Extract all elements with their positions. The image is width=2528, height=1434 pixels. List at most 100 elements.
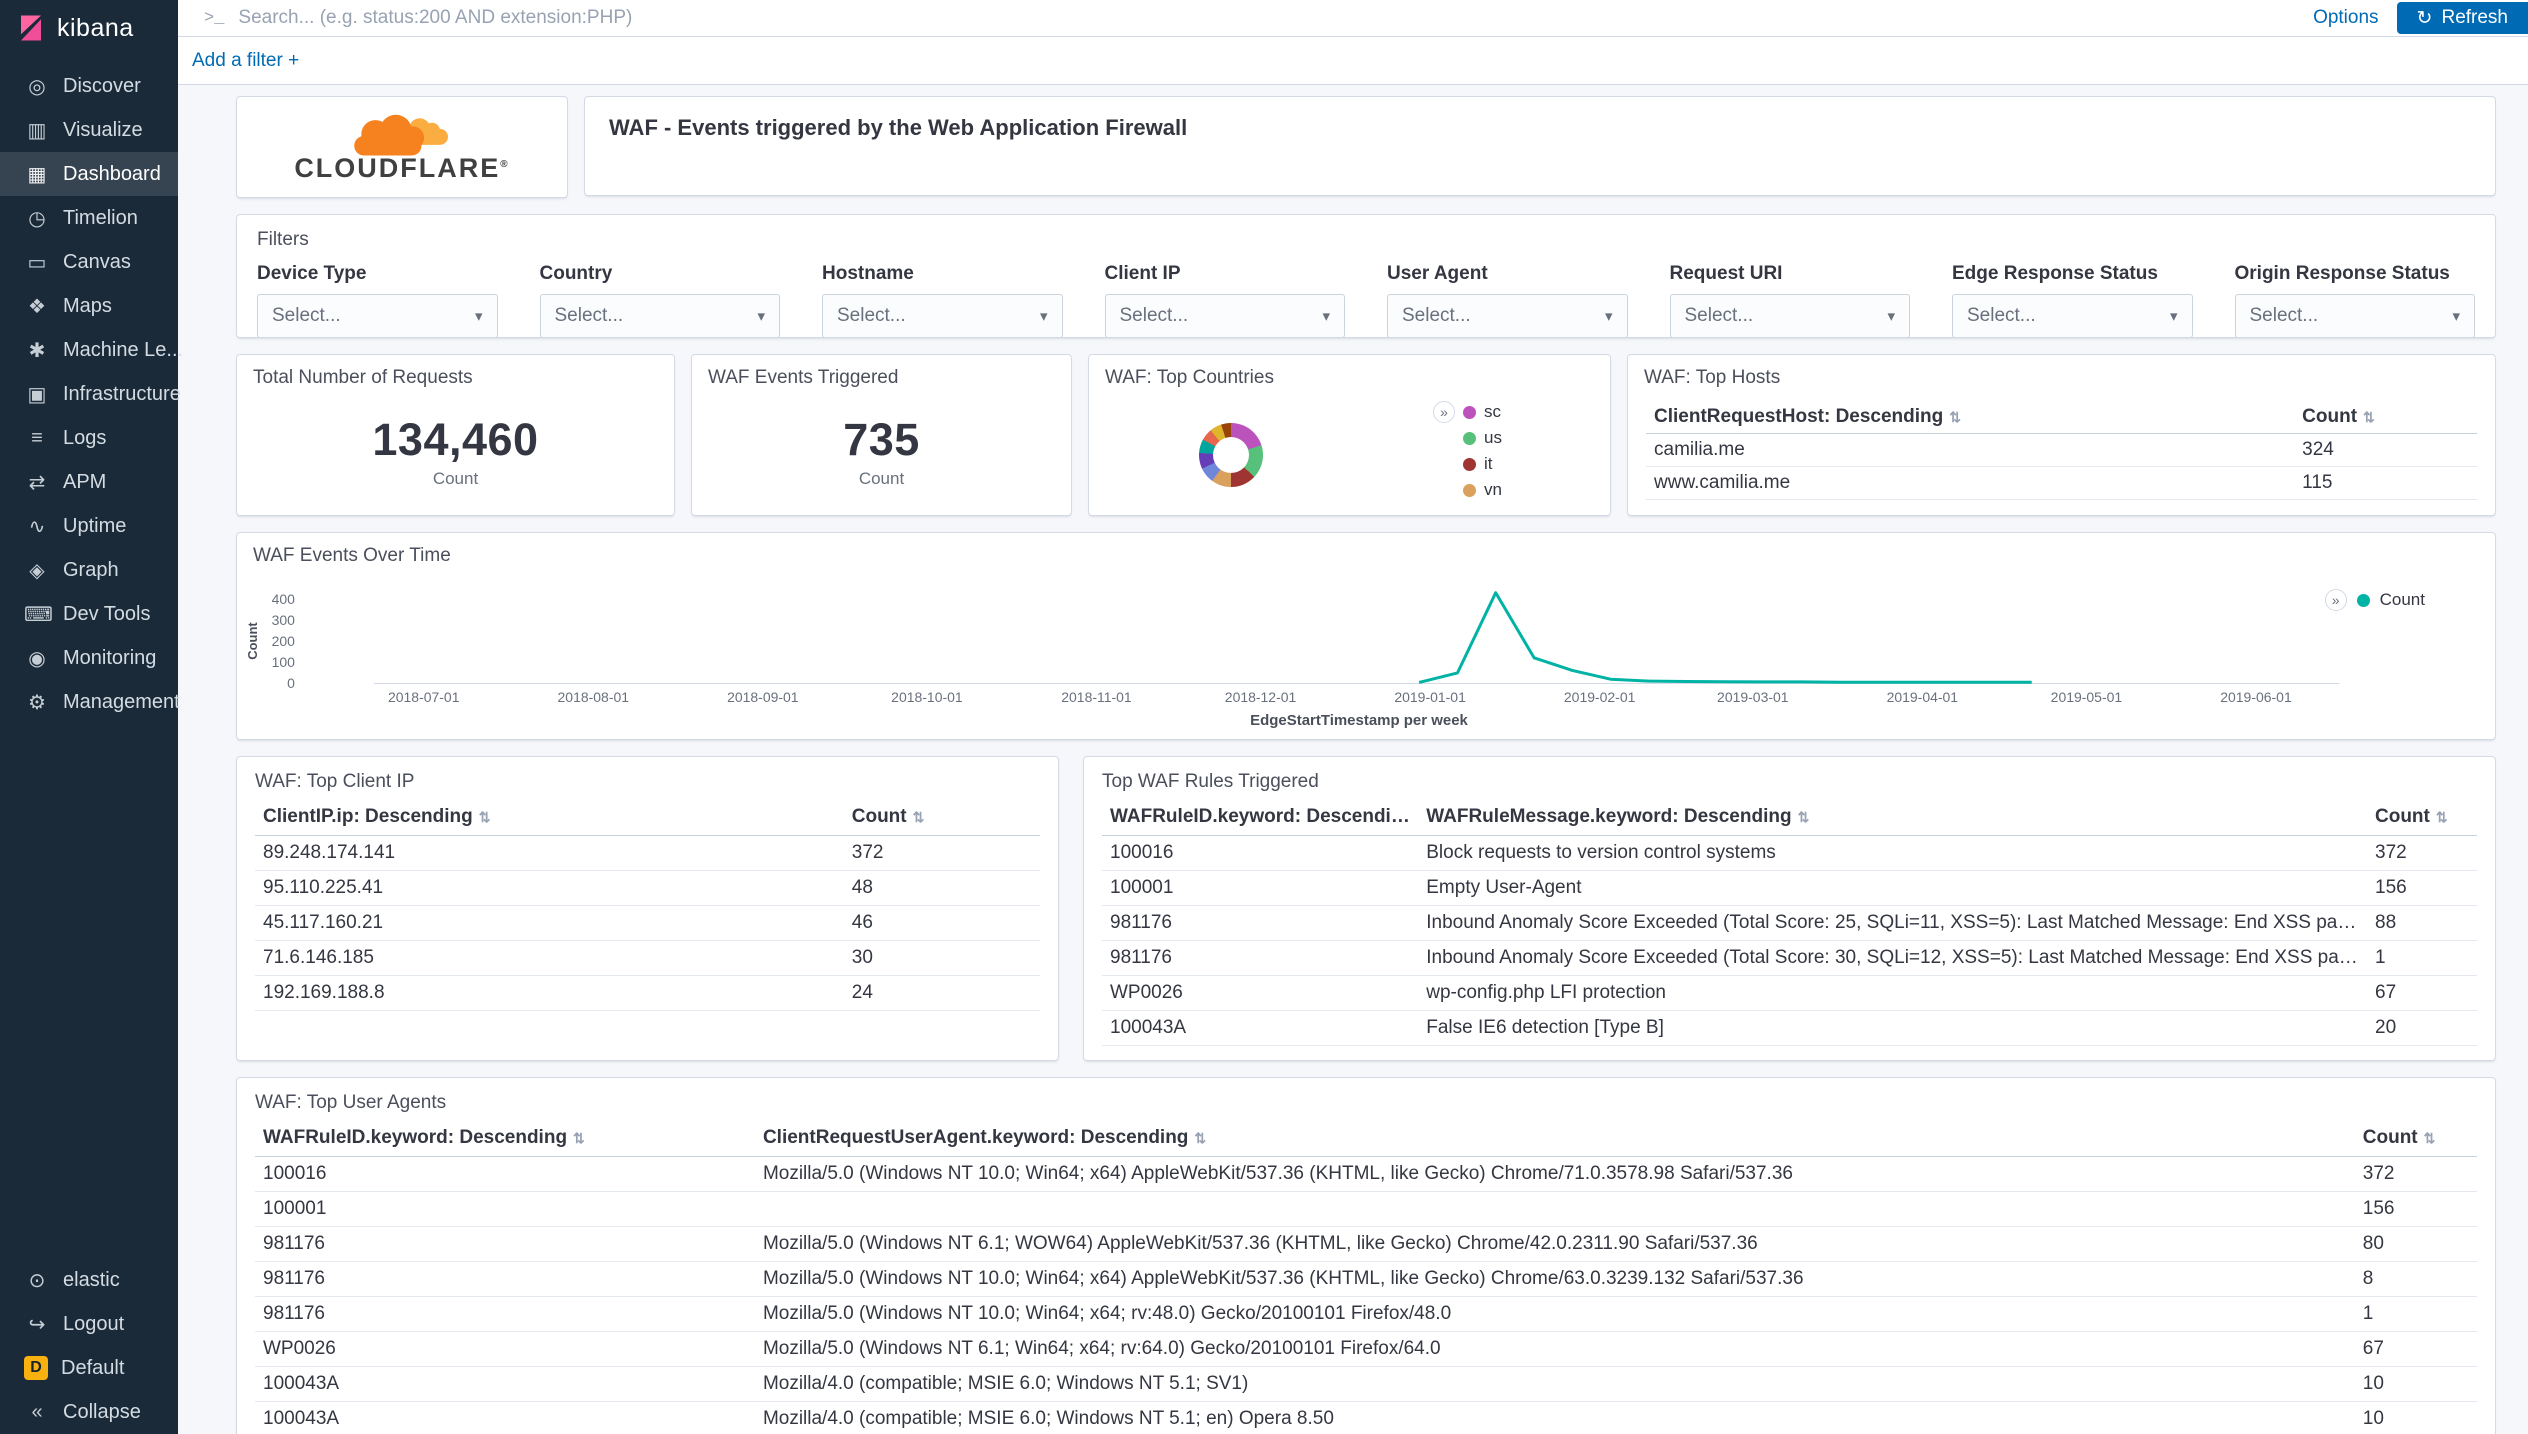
column-header[interactable]: Count⇅ <box>844 799 1040 836</box>
table-cell: 981176 <box>255 1297 755 1332</box>
legend-label: sc <box>1484 402 1501 422</box>
sidebar: kibana ◎Discover▥Visualize▦Dashboard◷Tim… <box>0 0 178 1434</box>
sidebar-item-dashboard[interactable]: ▦Dashboard <box>0 152 178 196</box>
select-placeholder: Select... <box>1402 305 1471 327</box>
filter-select-device-type[interactable]: Select...▾ <box>257 294 498 338</box>
sidebar-item-maps[interactable]: ❖Maps <box>0 284 178 328</box>
filter-select-edge-response-status[interactable]: Select...▾ <box>1952 294 2193 338</box>
select-placeholder: Select... <box>1685 305 1754 327</box>
table-cell: Block requests to version control system… <box>1418 836 2367 871</box>
column-header[interactable]: Count⇅ <box>2367 799 2477 836</box>
table-row: 45.117.160.2146 <box>255 906 1040 941</box>
refresh-icon: ↻ <box>2417 7 2433 30</box>
filter-select-user-agent[interactable]: Select...▾ <box>1387 294 1628 338</box>
sort-icon: ⇅ <box>479 809 491 825</box>
sidebar-item-logs[interactable]: ≡Logs <box>0 416 178 460</box>
top-hosts-table: ClientRequestHost: Descending⇅Count⇅cami… <box>1646 401 2477 500</box>
filters-row: Filters Device TypeSelect...▾CountrySele… <box>236 214 2496 338</box>
column-header[interactable]: Count⇅ <box>2355 1120 2477 1157</box>
sidebar-item-uptime[interactable]: ∿Uptime <box>0 504 178 548</box>
uptime-icon: ∿ <box>24 514 50 539</box>
table-row: 981176Mozilla/5.0 (Windows NT 10.0; Win6… <box>255 1262 2477 1297</box>
svg-text:100: 100 <box>272 654 296 670</box>
sidebar-item-apm[interactable]: ⇄APM <box>0 460 178 504</box>
sidebar-item-default-space[interactable]: DDefault <box>0 1346 178 1390</box>
legend-dot <box>1463 432 1476 445</box>
legend-dot <box>1463 406 1476 419</box>
query-prompt-icon: >_ <box>204 9 224 28</box>
sidebar-item-label: Discover <box>63 75 141 98</box>
legend-toggle-icon[interactable]: » <box>1433 401 1455 423</box>
filters-title: Filters <box>257 229 2475 251</box>
svg-text:Count: Count <box>245 622 260 660</box>
column-header[interactable]: WAFRuleMessage.keyword: Descending⇅ <box>1418 799 2367 836</box>
svg-text:2019-06-01: 2019-06-01 <box>2220 689 2292 705</box>
dev-tools-icon: ⌨ <box>24 602 50 627</box>
svg-text:300: 300 <box>272 612 296 628</box>
kibana-logo[interactable]: kibana <box>0 0 178 56</box>
tables-row: WAF: Top Client IP ClientIP.ip: Descendi… <box>236 756 2496 1061</box>
refresh-button[interactable]: ↻ Refresh <box>2397 2 2528 34</box>
legend-label: vn <box>1484 480 1502 500</box>
legend-dot <box>1463 484 1476 497</box>
sidebar-item-avatar[interactable]: ⊙elastic <box>0 1258 178 1302</box>
column-header[interactable]: WAFRuleID.keyword: Descending⇅ <box>1102 799 1418 836</box>
table-cell: 10 <box>2355 1367 2477 1402</box>
sidebar-item-dev-tools[interactable]: ⌨ Dev Tools <box>0 592 178 636</box>
filter-select-client-ip[interactable]: Select...▾ <box>1105 294 1346 338</box>
sidebar-item-infrastructure[interactable]: ▣Infrastructure <box>0 372 178 416</box>
sidebar-item-timelion[interactable]: ◷Timelion <box>0 196 178 240</box>
options-link[interactable]: Options <box>2313 7 2378 29</box>
table-cell: camilia.me <box>1646 434 2294 467</box>
legend-label[interactable]: Count <box>2380 590 2425 610</box>
legend-item[interactable]: vn <box>1433 477 1502 503</box>
table-cell: WP0026 <box>1102 976 1418 1011</box>
table-cell: 372 <box>844 836 1040 871</box>
events-over-time-chart[interactable]: 01002003004002018-07-012018-08-012018-09… <box>237 533 2495 739</box>
sidebar-item-visualize[interactable]: ▥Visualize <box>0 108 178 152</box>
sidebar-item-logout[interactable]: ↪Logout <box>0 1302 178 1346</box>
sidebar-item-canvas[interactable]: ▭Canvas <box>0 240 178 284</box>
sidebar-item-discover[interactable]: ◎Discover <box>0 64 178 108</box>
table-cell: 100043A <box>255 1402 755 1434</box>
column-header[interactable]: ClientIP.ip: Descending⇅ <box>255 799 844 836</box>
sidebar-item-label: Logout <box>63 1313 124 1336</box>
legend-toggle-icon[interactable]: » <box>2325 589 2347 611</box>
filter-select-request-uri[interactable]: Select...▾ <box>1670 294 1911 338</box>
table-cell: 156 <box>2367 871 2477 906</box>
sidebar-item-collapse[interactable]: «Collapse <box>0 1390 178 1434</box>
svg-text:400: 400 <box>272 591 296 607</box>
countries-legend: » sc us it vn <box>1433 399 1502 503</box>
filter-select-hostname[interactable]: Select...▾ <box>822 294 1063 338</box>
legend-item[interactable]: » sc <box>1433 399 1502 425</box>
sidebar-item-label: Dev Tools <box>63 603 150 626</box>
table-cell: 1 <box>2367 941 2477 976</box>
table-cell: wp-config.php LFI protection <box>1418 976 2367 1011</box>
column-header[interactable]: Count⇅ <box>2294 401 2477 434</box>
search-input[interactable] <box>236 6 2313 30</box>
filter-select-origin-response-status[interactable]: Select...▾ <box>2235 294 2476 338</box>
column-header[interactable]: ClientRequestUserAgent.keyword: Descendi… <box>755 1120 2355 1157</box>
table-cell: 100043A <box>1102 1011 1418 1046</box>
table-cell: 20 <box>2367 1011 2477 1046</box>
default-space-icon: D <box>24 1356 48 1380</box>
column-header[interactable]: WAFRuleID.keyword: Descending⇅ <box>255 1120 755 1157</box>
legend-item[interactable]: it <box>1433 451 1502 477</box>
chevron-down-icon: ▾ <box>757 307 765 325</box>
metric-value: 735 <box>843 414 920 466</box>
sidebar-item-machine-learning[interactable]: ✱Machine Le... <box>0 328 178 372</box>
sidebar-item-monitoring[interactable]: ◉Monitoring <box>0 636 178 680</box>
filter-select-country[interactable]: Select...▾ <box>540 294 781 338</box>
sidebar-item-management[interactable]: ⚙Management <box>0 680 178 724</box>
sort-icon: ⇅ <box>913 809 925 825</box>
infrastructure-icon: ▣ <box>24 382 50 407</box>
column-header[interactable]: ClientRequestHost: Descending⇅ <box>1646 401 2294 434</box>
add-filter-link[interactable]: Add a filter + <box>192 50 299 72</box>
legend-label: it <box>1484 454 1493 474</box>
sidebar-item-graph[interactable]: ◈Graph <box>0 548 178 592</box>
table-cell: Inbound Anomaly Score Exceeded (Total Sc… <box>1418 941 2367 976</box>
table-cell: Mozilla/5.0 (Windows NT 6.1; WOW64) Appl… <box>755 1227 2355 1262</box>
table-cell: Empty User-Agent <box>1418 871 2367 906</box>
countries-donut-chart[interactable] <box>1199 423 1263 487</box>
legend-item[interactable]: us <box>1433 425 1502 451</box>
